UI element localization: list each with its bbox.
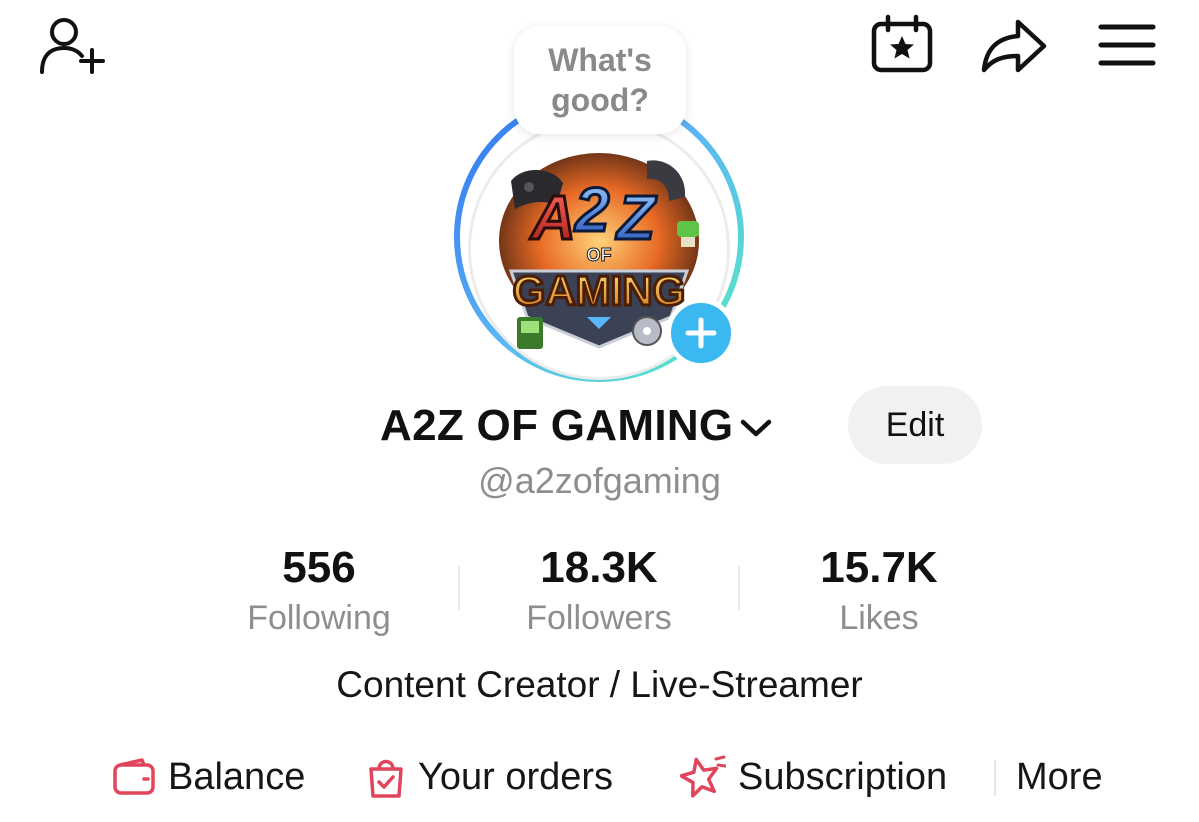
plus-icon xyxy=(685,317,717,349)
display-name-row[interactable]: A2Z OF GAMING xyxy=(380,392,773,460)
display-name[interactable]: A2Z OF GAMING xyxy=(380,401,733,451)
stat-value: 556 xyxy=(282,543,356,592)
stat-divider xyxy=(738,566,740,610)
wallet-icon xyxy=(113,758,155,795)
your-orders-link[interactable]: Your orders xyxy=(366,748,613,806)
chevron-down-icon[interactable] xyxy=(739,416,773,440)
balance-link[interactable]: Balance xyxy=(112,748,305,806)
profile-page: A 2 Z OF GAMING What's good? A2Z OF GAMI… xyxy=(0,0,1199,822)
shopping-bag-icon xyxy=(369,759,403,798)
stat-followers[interactable]: 18.3K Followers xyxy=(469,540,729,640)
stat-value: 15.7K xyxy=(820,543,938,592)
logo-a-letter: A xyxy=(529,184,576,253)
link-label: Subscription xyxy=(738,755,948,798)
username-handle: @a2zofgaming xyxy=(478,460,721,501)
stat-value: 18.3K xyxy=(540,543,658,592)
calendar-star-icon[interactable] xyxy=(870,14,934,74)
add-story-button[interactable] xyxy=(666,298,736,368)
stat-likes[interactable]: 15.7K Likes xyxy=(749,540,1009,640)
links-divider xyxy=(994,760,996,796)
logo-z-letter: Z xyxy=(615,184,657,253)
stat-divider xyxy=(458,566,460,610)
subscription-link[interactable]: Subscription xyxy=(680,748,947,806)
stat-label: Likes xyxy=(839,599,919,637)
link-label: Your orders xyxy=(418,755,614,798)
logo-of-text: OF xyxy=(587,245,612,265)
edit-profile-button[interactable]: Edit xyxy=(848,386,982,464)
bio-text: Content Creator / Live-Streamer xyxy=(336,664,863,705)
share-icon[interactable] xyxy=(980,18,1048,74)
logo-2-letter: 2 xyxy=(574,176,609,245)
more-button[interactable]: More xyxy=(1016,748,1103,806)
status-bubble[interactable]: What's good? xyxy=(514,26,686,134)
subscription-star-icon xyxy=(680,755,726,798)
stat-following[interactable]: 556 Following xyxy=(189,540,449,640)
stat-label: Followers xyxy=(526,599,672,637)
add-friend-icon[interactable] xyxy=(38,14,108,76)
link-label: Balance xyxy=(168,755,306,798)
stat-label: Following xyxy=(247,599,391,637)
menu-icon[interactable] xyxy=(1098,22,1156,68)
logo-gaming-text: GAMING xyxy=(513,267,686,314)
